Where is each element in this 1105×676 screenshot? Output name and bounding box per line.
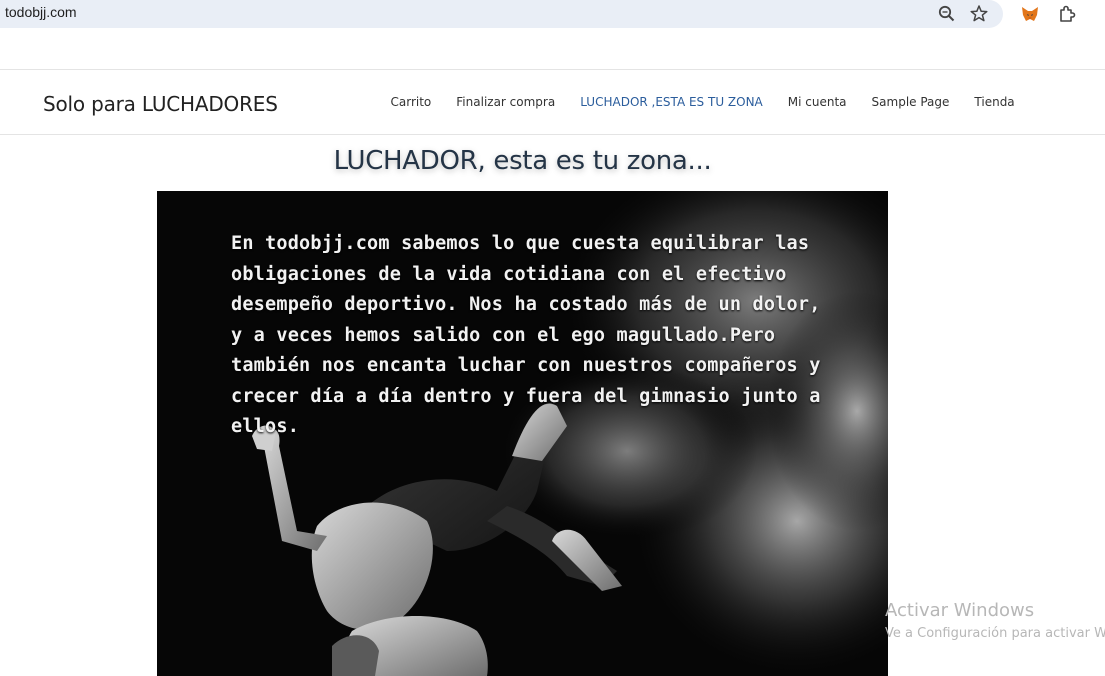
nav-item-luchador-zona[interactable]: LUCHADOR ,ESTA ES TU ZONA bbox=[568, 95, 776, 109]
page-title: LUCHADOR, esta es tu zona... bbox=[333, 146, 712, 176]
nav-item-sample-page[interactable]: Sample Page bbox=[859, 95, 962, 109]
bookmark-star-icon[interactable] bbox=[968, 3, 990, 25]
address-bar[interactable]: todobjj.com bbox=[0, 0, 1003, 28]
metamask-fox-icon[interactable] bbox=[1019, 3, 1041, 25]
windows-activation-title: Activar Windows bbox=[885, 600, 1035, 621]
nav-item-mi-cuenta[interactable]: Mi cuenta bbox=[775, 95, 859, 109]
browser-toolbar: todobjj.com bbox=[0, 0, 1105, 28]
hero-paragraph: En todobjj.com sabemos lo que cuesta equ… bbox=[231, 233, 821, 437]
site-title[interactable]: Solo para LUCHADORES bbox=[43, 92, 278, 116]
extensions-puzzle-icon[interactable] bbox=[1056, 3, 1078, 25]
nav-item-carrito[interactable]: Carrito bbox=[378, 95, 444, 109]
url-text[interactable]: todobjj.com bbox=[5, 4, 77, 20]
zoom-icon[interactable] bbox=[936, 3, 958, 25]
site-header: Solo para LUCHADORES Carrito Finalizar c… bbox=[0, 69, 1105, 135]
windows-activation-subtitle: Ve a Configuración para activar W bbox=[885, 626, 1105, 641]
nav-item-tienda[interactable]: Tienda bbox=[962, 95, 1027, 109]
hero-image-block: En todobjj.com sabemos lo que cuesta equ… bbox=[157, 191, 888, 676]
main-nav: Carrito Finalizar compra LUCHADOR ,ESTA … bbox=[378, 95, 1027, 109]
nav-item-finalizar-compra[interactable]: Finalizar compra bbox=[444, 95, 568, 109]
